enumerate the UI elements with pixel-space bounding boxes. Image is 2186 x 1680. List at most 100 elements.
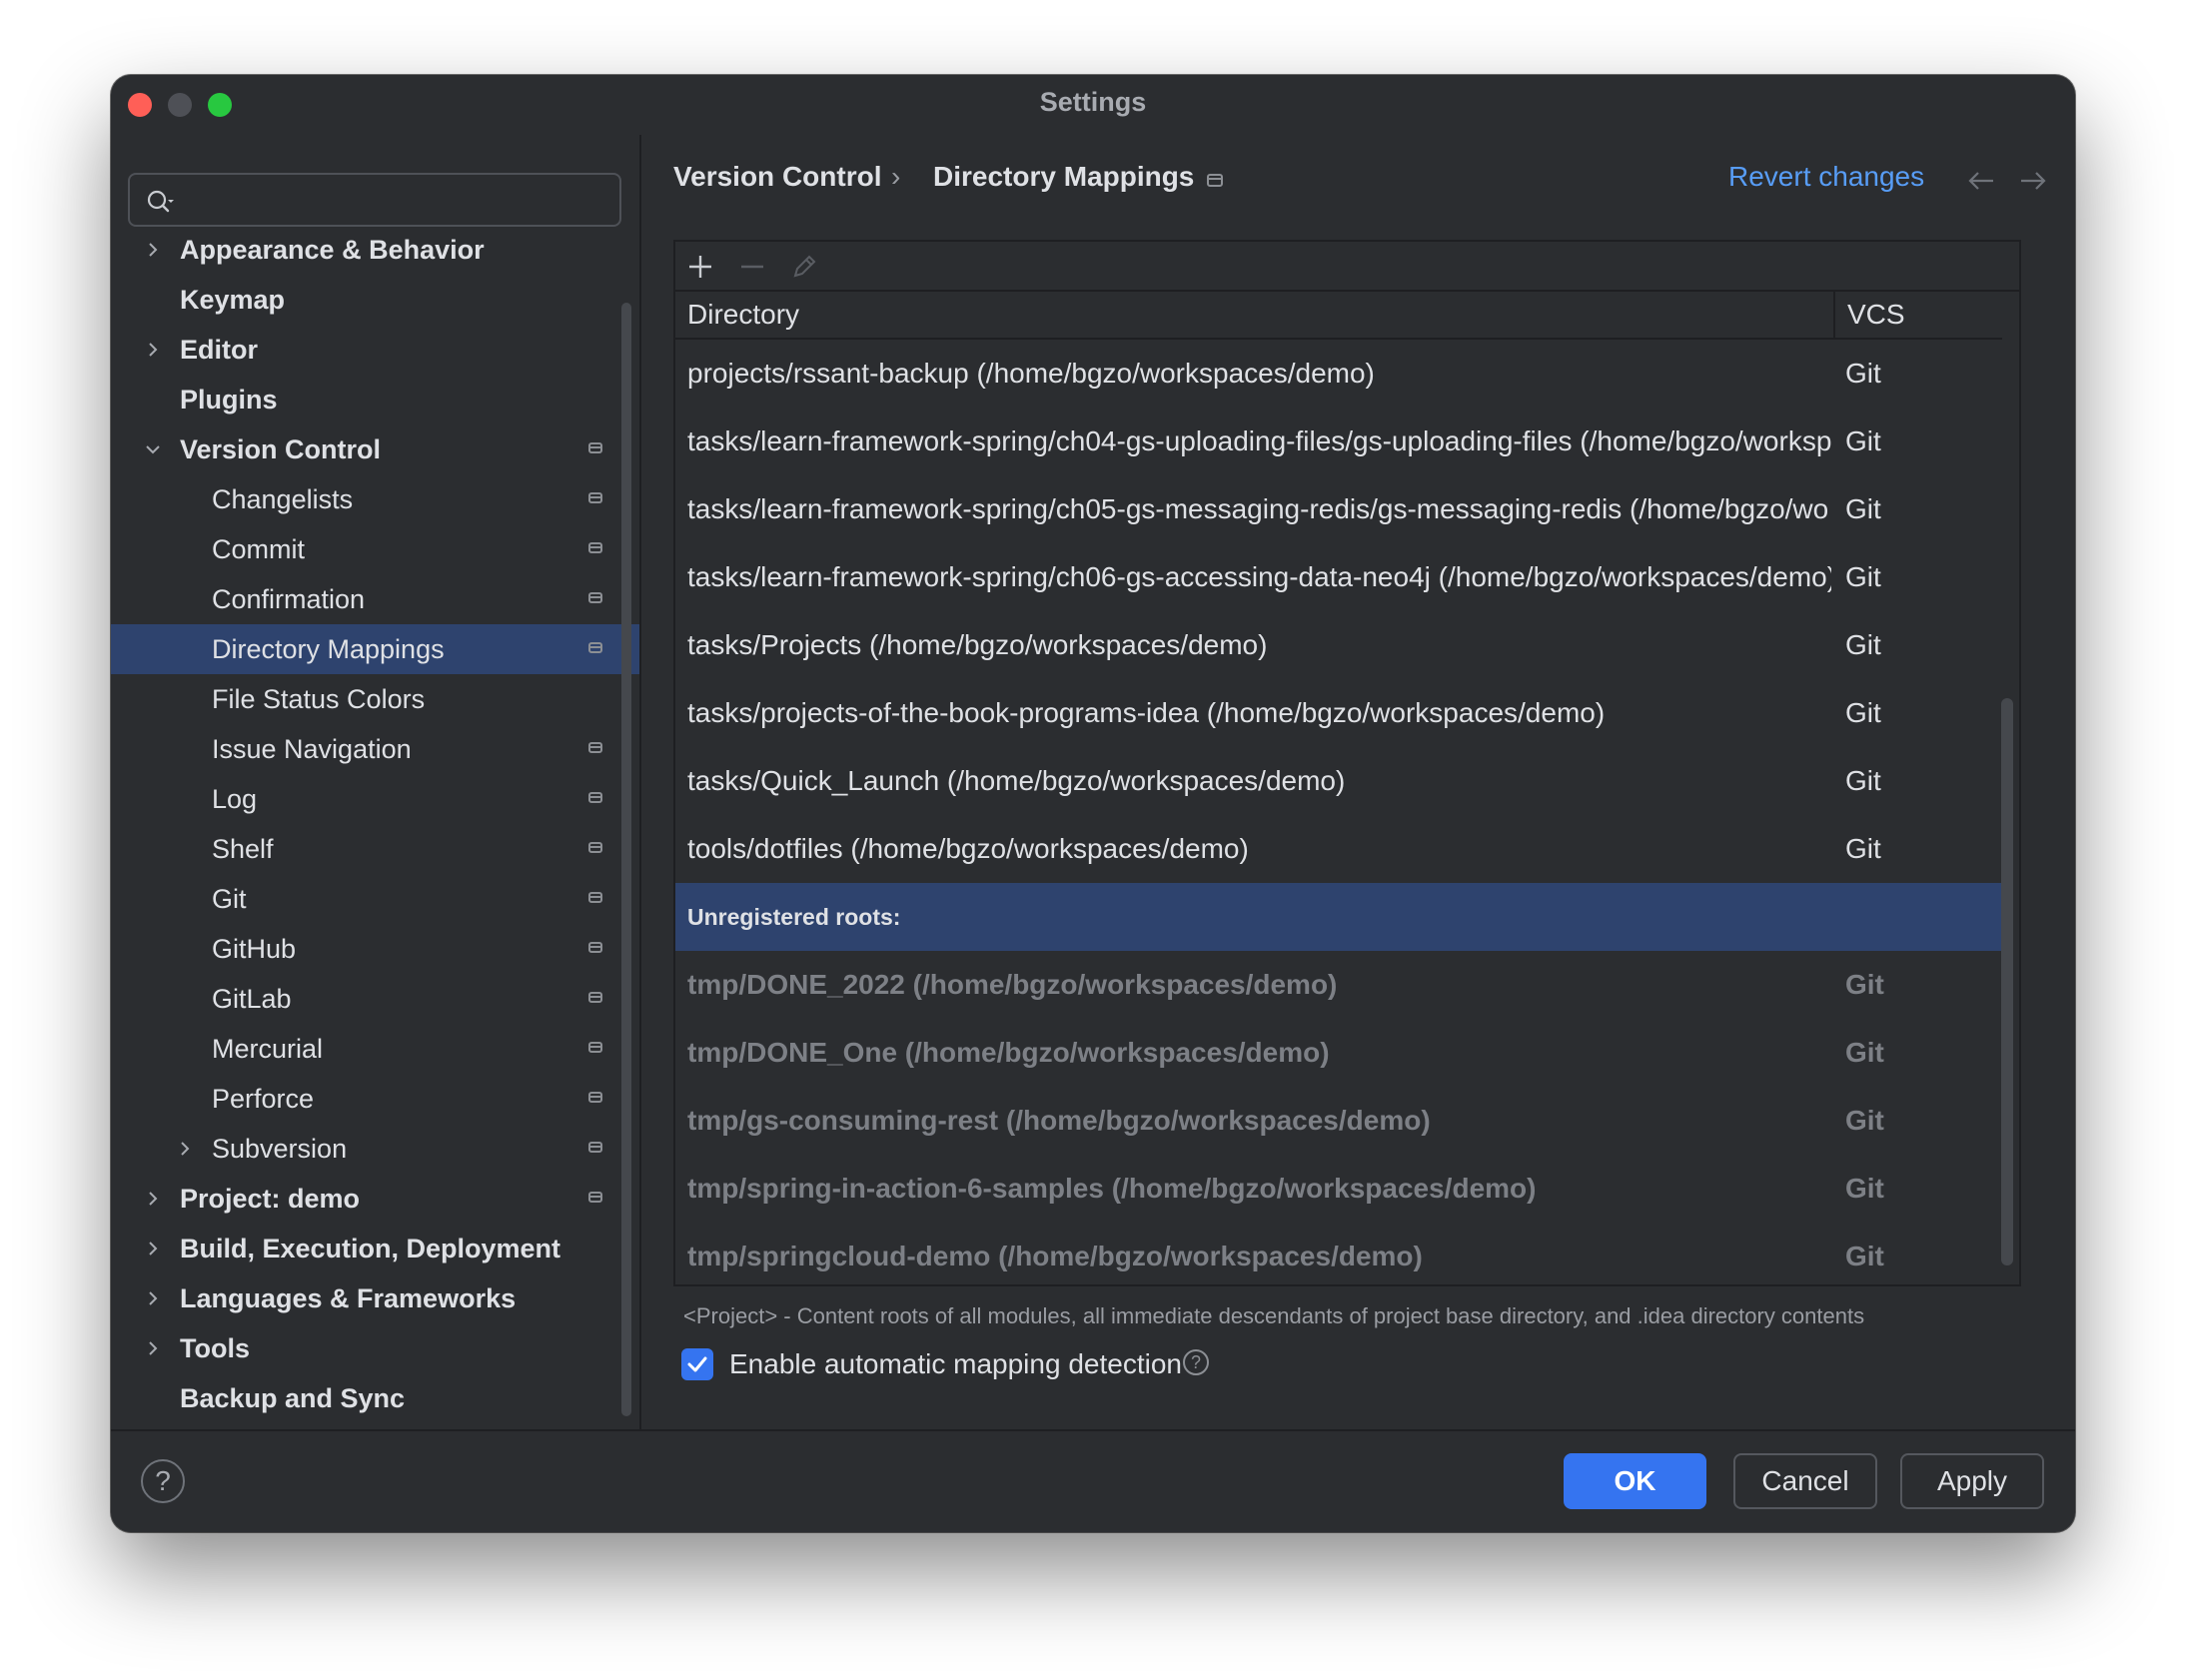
table-row[interactable]: tasks/projects-of-the-book-programs-idea… xyxy=(675,679,2002,747)
chevron-right-icon[interactable] xyxy=(144,1240,162,1258)
sidebar-item-version-control[interactable]: Version Control xyxy=(111,424,639,474)
table-row[interactable]: tasks/learn-framework-spring/ch06-gs-acc… xyxy=(675,543,2002,611)
column-directory[interactable]: Directory xyxy=(687,299,799,331)
sidebar-item-perforce[interactable]: Perforce xyxy=(111,1074,639,1124)
checkmark-icon xyxy=(687,1356,707,1372)
settings-window: Settings Appearance & Behavior Keymap Edit… xyxy=(111,75,2075,1532)
cancel-button[interactable]: Cancel xyxy=(1733,1453,1877,1509)
table-row[interactable]: tmp/spring-in-action-6-samples (/home/bg… xyxy=(675,1155,2002,1223)
sidebar-item-shelf[interactable]: Shelf xyxy=(111,824,639,874)
project-level-icon xyxy=(588,592,602,603)
table-row[interactable]: tools/dotfiles (/home/bgzo/workspaces/de… xyxy=(675,815,2002,883)
column-separator[interactable] xyxy=(1833,292,1835,338)
vcs-cell: Git xyxy=(1845,629,1881,660)
sidebar-divider[interactable] xyxy=(639,135,641,1429)
table-row[interactable]: tasks/learn-framework-spring/ch04-gs-upl… xyxy=(675,408,2002,475)
table-row[interactable]: tmp/gs-consuming-rest (/home/bgzo/worksp… xyxy=(675,1087,2002,1155)
chevron-down-icon[interactable] xyxy=(144,440,162,458)
chevron-right-icon[interactable] xyxy=(144,241,162,259)
table-toolbar xyxy=(675,242,2019,292)
revert-changes-link[interactable]: Revert changes xyxy=(1728,161,1924,193)
auto-detect-label[interactable]: Enable automatic mapping detection xyxy=(729,1348,1182,1380)
table-row[interactable]: tmp/springcloud-demo (/home/bgzo/workspa… xyxy=(675,1223,2002,1284)
project-level-icon xyxy=(588,642,602,653)
column-vcs[interactable]: VCS xyxy=(1847,299,1905,331)
sidebar-item-changelists[interactable]: Changelists xyxy=(111,474,639,524)
vcs-cell: Git xyxy=(1845,1037,1884,1068)
sidebar-scrollbar[interactable] xyxy=(621,303,631,1416)
table-body: projects/rssant-backup (/home/bgzo/works… xyxy=(675,340,2002,1284)
back-arrow-icon[interactable] xyxy=(1967,170,1995,192)
settings-search[interactable] xyxy=(128,173,621,227)
table-row[interactable]: tmp/DONE_One (/home/bgzo/workspaces/demo… xyxy=(675,1019,2002,1087)
directory-cell: tmp/spring-in-action-6-samples (/home/bg… xyxy=(687,1173,1537,1204)
chevron-right-icon[interactable] xyxy=(144,1339,162,1357)
sidebar-item-git[interactable]: Git xyxy=(111,874,639,924)
vcs-cell: Git xyxy=(1845,425,1881,456)
sidebar-item-github[interactable]: GitHub xyxy=(111,924,639,974)
vcs-cell: Git xyxy=(1845,561,1881,592)
sidebar-item-appearance-behavior[interactable]: Appearance & Behavior xyxy=(111,225,639,275)
table-row[interactable]: tasks/learn-framework-spring/ch05-gs-mes… xyxy=(675,475,2002,543)
vcs-cell: Git xyxy=(1845,1105,1884,1136)
table-row[interactable]: tasks/Projects (/home/bgzo/workspaces/de… xyxy=(675,611,2002,679)
minus-icon[interactable] xyxy=(737,252,767,282)
sidebar-item-backup-and-sync[interactable]: Backup and Sync xyxy=(111,1373,639,1423)
auto-detect-checkbox[interactable] xyxy=(681,1348,713,1380)
table-scrollbar[interactable] xyxy=(2001,698,2013,1265)
sidebar-item-label: Commit xyxy=(212,534,305,564)
sidebar-item-label: Languages & Frameworks xyxy=(180,1283,517,1313)
table-row[interactable]: tmp/DONE_2022 (/home/bgzo/workspaces/dem… xyxy=(675,951,2002,1019)
sidebar-item-languages-frameworks[interactable]: Languages & Frameworks xyxy=(111,1273,639,1323)
sidebar-item-project-demo[interactable]: Project: demo xyxy=(111,1174,639,1224)
sidebar-item-issue-navigation[interactable]: Issue Navigation xyxy=(111,724,639,774)
chevron-right-icon[interactable] xyxy=(144,1190,162,1208)
sidebar-item-label: Editor xyxy=(180,335,258,365)
sidebar-item-gitlab[interactable]: GitLab xyxy=(111,974,639,1024)
sidebar-item-mercurial[interactable]: Mercurial xyxy=(111,1024,639,1074)
breadcrumb-version-control[interactable]: Version Control xyxy=(673,161,881,193)
sidebar-item-confirmation[interactable]: Confirmation xyxy=(111,574,639,624)
breadcrumb-separator: › xyxy=(891,161,901,192)
sidebar-item-tools[interactable]: Tools xyxy=(111,1323,639,1373)
table-row[interactable]: projects/rssant-backup (/home/bgzo/works… xyxy=(675,340,2002,408)
sidebar-item-commit[interactable]: Commit xyxy=(111,524,639,574)
forward-arrow-icon[interactable] xyxy=(2019,170,2047,192)
sidebar-item-keymap[interactable]: Keymap xyxy=(111,275,639,325)
sidebar-item-label: Changelists xyxy=(212,484,354,514)
vcs-cell: Git xyxy=(1845,969,1884,1000)
directory-cell: tools/dotfiles (/home/bgzo/workspaces/de… xyxy=(687,833,1249,864)
help-button[interactable]: ? xyxy=(141,1459,185,1503)
table-row[interactable]: tasks/Quick_Launch (/home/bgzo/workspace… xyxy=(675,747,2002,815)
chevron-right-icon[interactable] xyxy=(176,1140,194,1158)
sidebar-item-plugins[interactable]: Plugins xyxy=(111,375,639,424)
project-level-icon xyxy=(588,992,602,1003)
sidebar-item-log[interactable]: Log xyxy=(111,774,639,824)
chevron-right-icon[interactable] xyxy=(144,1289,162,1307)
pencil-icon[interactable] xyxy=(789,252,819,282)
project-level-icon xyxy=(588,1142,602,1153)
vcs-cell: Git xyxy=(1845,1241,1884,1271)
project-hint-text: <Project> - Content roots of all modules… xyxy=(683,1303,1865,1328)
ok-button[interactable]: OK xyxy=(1564,1453,1706,1509)
directory-cell: tasks/Projects (/home/bgzo/workspaces/de… xyxy=(687,629,1268,660)
sidebar-item-subversion[interactable]: Subversion xyxy=(111,1124,639,1174)
plus-icon[interactable] xyxy=(685,252,715,282)
directory-cell: tmp/gs-consuming-rest (/home/bgzo/worksp… xyxy=(687,1105,1431,1136)
sidebar-item-file-status-colors[interactable]: File Status Colors xyxy=(111,674,639,724)
sidebar-item-editor[interactable]: Editor xyxy=(111,325,639,375)
directory-cell: Unregistered roots: xyxy=(687,904,901,930)
context-help-icon[interactable]: ? xyxy=(1183,1349,1209,1375)
vcs-cell: Git xyxy=(1845,697,1881,728)
vcs-cell: Git xyxy=(1845,765,1881,796)
table-group-header[interactable]: Unregistered roots: xyxy=(675,883,2002,951)
apply-button[interactable]: Apply xyxy=(1900,1453,2044,1509)
chevron-right-icon[interactable] xyxy=(144,341,162,359)
sidebar-item-label: File Status Colors xyxy=(212,684,426,714)
directory-cell: tasks/Quick_Launch (/home/bgzo/workspace… xyxy=(687,765,1346,796)
search-input[interactable] xyxy=(188,183,611,219)
sidebar-item-directory-mappings[interactable]: Directory Mappings xyxy=(111,624,639,674)
sidebar-item-build-execution-deployment[interactable]: Build, Execution, Deployment xyxy=(111,1224,639,1273)
sidebar-item-label: GitHub xyxy=(212,934,297,964)
project-level-icon xyxy=(588,792,602,803)
